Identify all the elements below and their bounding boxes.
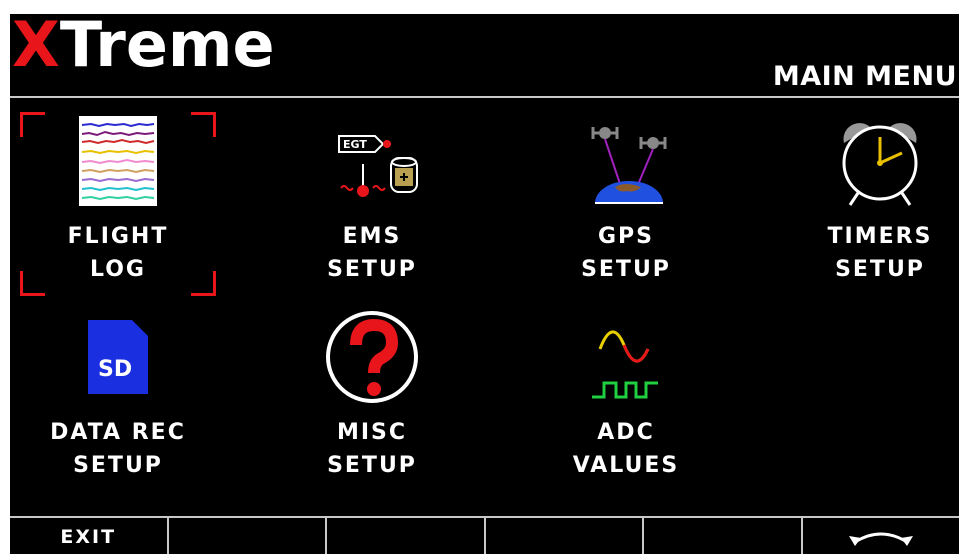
menu-item-label: TIMERS SETUP xyxy=(827,224,933,282)
softkey-3[interactable] xyxy=(327,518,486,554)
softkey-5[interactable] xyxy=(644,518,803,554)
menu-item-label: GPS SETUP xyxy=(581,224,671,282)
menu-item-label: ADC VALUES xyxy=(572,420,680,478)
menu-item-flight-log[interactable]: FLIGHT LOG xyxy=(18,112,218,296)
question-icon xyxy=(272,308,472,406)
waveform-icon xyxy=(526,308,726,406)
menu-item-label: DATA REC SETUP xyxy=(50,420,186,478)
menu-item-misc-setup[interactable]: MISC SETUP xyxy=(272,308,472,484)
menu-item-label: FLIGHT LOG xyxy=(67,224,169,282)
gps-icon xyxy=(526,112,726,210)
menu-item-gps-setup[interactable]: GPS SETUP xyxy=(526,112,726,288)
header-divider xyxy=(10,96,959,98)
menu-item-label: EMS SETUP xyxy=(327,224,417,282)
rotate-arrows-icon xyxy=(848,532,913,546)
menu-item-label: MISC SETUP xyxy=(327,420,417,478)
menu-item-timers-setup[interactable]: TIMERS SETUP xyxy=(780,112,959,288)
flight-log-icon xyxy=(18,112,218,210)
softkey-2[interactable] xyxy=(169,518,327,554)
ems-icon: EGT xyxy=(272,112,472,210)
brand-logo: XTreme xyxy=(12,14,275,81)
alarm-clock-icon xyxy=(780,112,959,210)
softkey-bar: EXIT xyxy=(10,516,959,554)
svg-text:SD: SD xyxy=(98,357,132,382)
softkey-exit[interactable]: EXIT xyxy=(10,518,169,554)
page-title: MAIN MENU xyxy=(772,61,957,92)
menu-item-data-rec-setup[interactable]: SD DATA REC SETUP xyxy=(18,308,218,484)
menu-item-ems-setup[interactable]: EGT EMS SETUP xyxy=(272,112,472,288)
menu-item-adc-values[interactable]: ADC VALUES xyxy=(526,308,726,484)
svg-text:EGT: EGT xyxy=(343,138,367,151)
display-screen: XTreme MAIN MENU FLIGHT LOG EGT EMS SETU… xyxy=(10,14,959,554)
sd-card-icon: SD xyxy=(18,308,218,406)
softkey-rotate[interactable] xyxy=(803,518,959,554)
softkey-4[interactable] xyxy=(486,518,644,554)
